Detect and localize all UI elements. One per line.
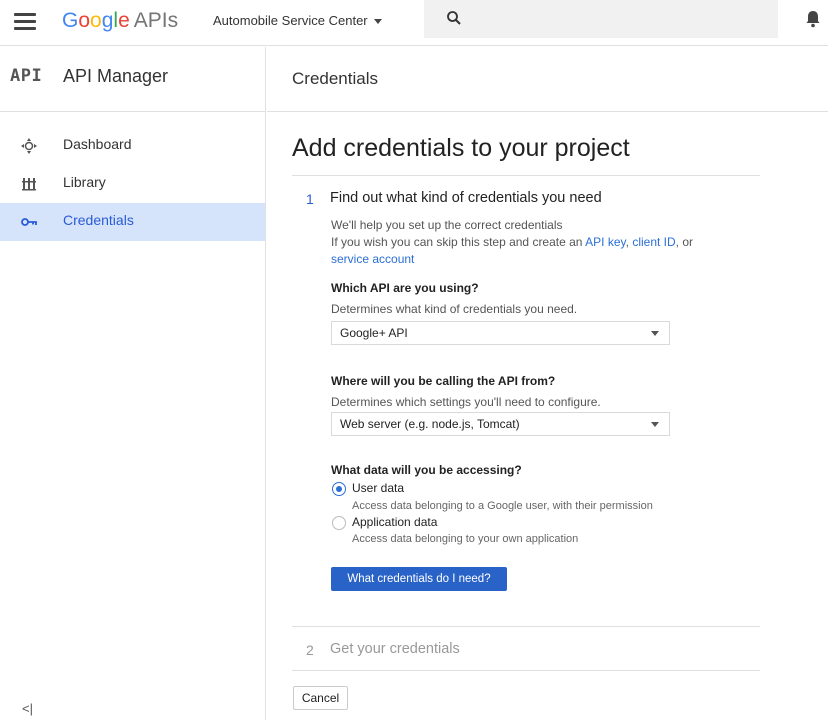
application-data-label[interactable]: Application data: [352, 515, 437, 529]
user-data-desc: Access data belonging to a Google user, …: [352, 500, 653, 512]
user-data-radio[interactable]: [332, 482, 346, 496]
api-question-desc: Determines what kind of credentials you …: [331, 302, 578, 316]
search-icon: [447, 11, 461, 25]
google-apis-logo[interactable]: Google APIs: [62, 8, 178, 34]
step-1-intro: We'll help you set up the correct creden…: [331, 218, 563, 232]
chevron-down-icon: [373, 19, 382, 25]
api-key-link[interactable]: API key: [585, 235, 625, 249]
sidebar-title: API Manager: [63, 66, 169, 86]
collapse-sidebar-icon[interactable]: <|: [22, 701, 33, 716]
chevron-down-icon: [651, 422, 659, 427]
sidebar-nav: Dashboard Library Credentials: [0, 127, 265, 241]
api-question-title: Which API are you using?: [331, 281, 479, 295]
sidebar-item-library[interactable]: Library: [0, 165, 265, 203]
sidebar-item-label: Credentials: [63, 212, 134, 228]
client-id-link[interactable]: client ID: [632, 235, 675, 249]
calling-from-question-title: Where will you be calling the API from?: [331, 374, 556, 388]
search-bar[interactable]: [424, 0, 778, 38]
library-icon: [22, 178, 36, 191]
api-logo: API: [10, 66, 43, 86]
step-1-skip-text: If you wish you can skip this step and c…: [331, 235, 694, 249]
api-select-value: Google+ API: [340, 326, 408, 340]
calling-from-select[interactable]: Web server (e.g. node.js, Tomcat): [331, 412, 670, 436]
sidebar-item-label: Library: [63, 174, 106, 190]
project-name: Automobile Service Center: [213, 13, 368, 28]
application-data-desc: Access data belonging to your own applic…: [352, 533, 579, 545]
divider: [292, 626, 760, 627]
sidebar-item-dashboard[interactable]: Dashboard: [0, 127, 265, 165]
application-data-radio[interactable]: [332, 516, 346, 530]
page-header-title: Credentials: [292, 69, 378, 88]
divider: [292, 670, 760, 671]
service-account-link[interactable]: service account: [331, 252, 414, 266]
api-select[interactable]: Google+ API: [331, 321, 670, 345]
top-bar: Google APIs Automobile Service Center: [0, 0, 828, 46]
logo-apis-text: APIs: [133, 9, 179, 32]
notifications-icon[interactable]: [805, 10, 821, 28]
calling-from-question-desc: Determines which settings you'll need to…: [331, 395, 601, 409]
sidebar-item-label: Dashboard: [63, 136, 132, 152]
step-1-number: 1: [306, 191, 314, 207]
step-2-title: Get your credentials: [330, 641, 460, 657]
sidebar-item-credentials[interactable]: Credentials: [0, 203, 265, 241]
dashboard-icon: [21, 138, 37, 154]
sidebar: API API Manager Dashboard Library Creden…: [0, 47, 266, 720]
page-title: Add credentials to your project: [292, 134, 630, 162]
menu-icon[interactable]: [14, 13, 36, 31]
step-1-title: Find out what kind of credentials you ne…: [330, 190, 602, 206]
calling-from-select-value: Web server (e.g. node.js, Tomcat): [340, 417, 520, 431]
data-access-question-title: What data will you be accessing?: [331, 463, 522, 477]
chevron-down-icon: [651, 331, 659, 336]
cancel-button[interactable]: Cancel: [293, 686, 348, 710]
user-data-label[interactable]: User data: [352, 481, 404, 495]
sidebar-header: API API Manager: [0, 47, 265, 112]
step-2-number: 2: [306, 642, 314, 658]
what-credentials-button[interactable]: What credentials do I need?: [331, 567, 507, 591]
service-account-line: service account: [331, 252, 414, 266]
project-selector[interactable]: Automobile Service Center: [213, 13, 382, 28]
divider: [292, 175, 760, 176]
main-header: Credentials: [267, 47, 828, 112]
key-icon: [21, 218, 37, 226]
